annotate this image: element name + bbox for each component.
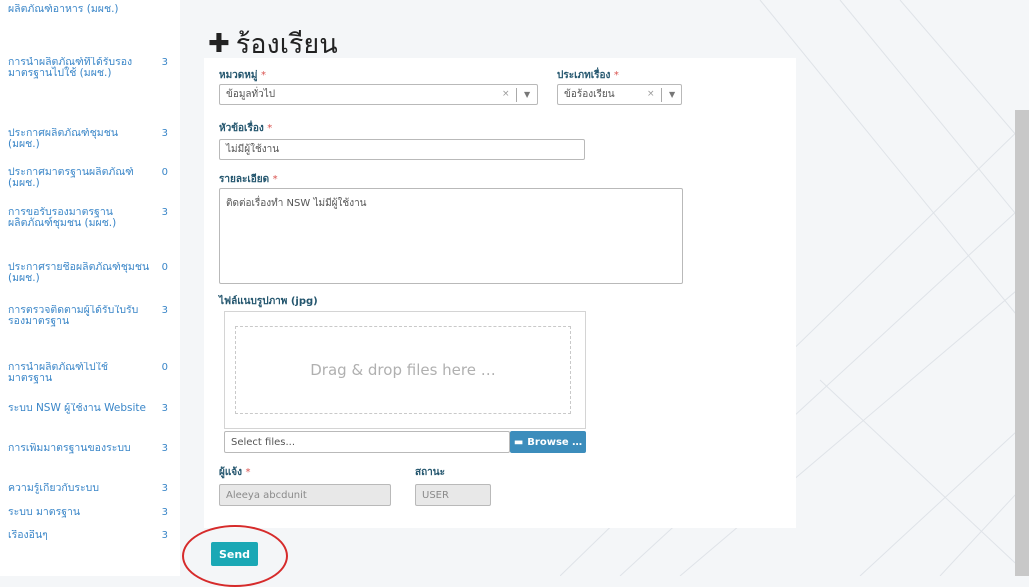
clear-icon[interactable]: × bbox=[647, 89, 655, 99]
browse-button[interactable]: ▬ Browse … bbox=[510, 431, 586, 453]
type-label: ประเภทเรื่อง * bbox=[557, 70, 619, 81]
sidebar-item-label: ระบบ มาตรฐาน bbox=[8, 507, 81, 518]
sidebar-item[interactable]: การเพิ่มมาตรฐานของระบบ 3 bbox=[0, 443, 180, 454]
file-caption-input[interactable]: Select files... bbox=[224, 431, 510, 453]
file-caption-placeholder: Select files... bbox=[231, 436, 296, 448]
chevron-down-icon[interactable]: ▼ bbox=[524, 90, 530, 99]
sidebar-item-count: 3 bbox=[161, 483, 168, 494]
sidebar-item-count: 3 bbox=[161, 305, 168, 316]
type-select[interactable]: ข้อร้องเรียน × ▼ bbox=[557, 84, 682, 105]
sidebar-item[interactable]: ระบบ NSW ผู้ใช้งาน Website 3 bbox=[0, 403, 180, 414]
sidebar-item-count: 3 bbox=[161, 128, 168, 139]
sidebar-item-label: ประกาศมาตรฐานผลิตภัณฑ์ (มผช.) bbox=[8, 167, 134, 189]
page-scrollbar[interactable] bbox=[1015, 110, 1029, 576]
sidebar-item[interactable]: ความรู้เกี่ยวกับระบบ 3 bbox=[0, 483, 180, 494]
sidebar-item[interactable]: ระบบ มาตรฐาน 3 bbox=[0, 507, 180, 518]
sidebar-item-label: ประกาศรายชื่อผลิตภัณฑ์ชุมชน (มผช.) bbox=[8, 262, 150, 284]
sidebar-item[interactable]: ผลิตภัณฑ์อาหาร (มผช.) bbox=[0, 4, 180, 15]
sidebar-item-count: 3 bbox=[161, 57, 168, 68]
browse-button-label: Browse … bbox=[527, 436, 583, 448]
sidebar-item-label: ประกาศผลิตภัณฑ์ชุมชน (มผช.) bbox=[8, 128, 118, 150]
dropzone-text: Drag & drop files here … bbox=[310, 361, 496, 379]
sidebar-item-label: ผลิตภัณฑ์อาหาร (มผช.) bbox=[8, 4, 119, 15]
sidebar-item-count: 3 bbox=[161, 443, 168, 454]
sidebar-item[interactable]: ประกาศมาตรฐานผลิตภัณฑ์ (มผช.) 0 bbox=[0, 167, 180, 189]
sidebar-item-count: 3 bbox=[161, 530, 168, 541]
sidebar: ผลิตภัณฑ์อาหาร (มผช.) การนำผลิตภัณฑ์ที่ไ… bbox=[0, 0, 180, 576]
sidebar-item-label: การนำผลิตภัณฑ์ที่ได้รับรองมาตรฐานไปใช้ (… bbox=[8, 57, 133, 79]
sidebar-item-count: 0 bbox=[161, 362, 168, 373]
sidebar-item-count: 3 bbox=[161, 403, 168, 414]
select-separator bbox=[516, 88, 517, 102]
reporter-label: ผู้แจ้ง * bbox=[219, 467, 251, 478]
type-select-value: ข้อร้องเรียน bbox=[564, 89, 615, 100]
sidebar-item-label: การเพิ่มมาตรฐานของระบบ bbox=[8, 443, 131, 454]
sidebar-item[interactable]: การนำผลิตภัณฑ์ไปใช้มาตรฐาน 0 bbox=[0, 362, 180, 384]
sidebar-item-label: การขอรับรองมาตรฐานผลิตภัณฑ์ชุมชน (มผช.) bbox=[8, 207, 117, 229]
attachment-label: ไฟล์แนบรูปภาพ (jpg) bbox=[219, 296, 318, 307]
highlight-annotation bbox=[182, 525, 288, 587]
subject-input-value: ไม่มีผู้ใช้งาน bbox=[226, 144, 280, 155]
clear-icon[interactable]: × bbox=[502, 89, 510, 99]
category-label: หมวดหมู่ * bbox=[219, 70, 266, 81]
plus-icon: ✚ bbox=[208, 28, 230, 59]
detail-textarea-value: ติดต่อเรื่องทำ NSW ไม่มีผู้ใช้งาน bbox=[226, 198, 367, 209]
sidebar-item[interactable]: การนำผลิตภัณฑ์ที่ได้รับรองมาตรฐานไปใช้ (… bbox=[0, 57, 180, 79]
complaint-form-panel bbox=[204, 58, 796, 528]
sidebar-item-count: 3 bbox=[161, 507, 168, 518]
sidebar-item[interactable]: การขอรับรองมาตรฐานผลิตภัณฑ์ชุมชน (มผช.) … bbox=[0, 207, 180, 229]
category-select-value: ข้อมูลทั่วไป bbox=[226, 89, 276, 100]
sidebar-item-count: 0 bbox=[161, 262, 168, 273]
category-select[interactable]: ข้อมูลทั่วไป × ▼ bbox=[219, 84, 538, 105]
detail-label: รายละเอียด * bbox=[219, 174, 278, 185]
reporter-field: Aleeya abcdunit bbox=[219, 484, 391, 506]
reporter-value: Aleeya abcdunit bbox=[226, 489, 307, 501]
sidebar-item[interactable]: ประกาศผลิตภัณฑ์ชุมชน (มผช.) 3 bbox=[0, 128, 180, 150]
sidebar-item-label: เรื่องอื่นๆ bbox=[8, 530, 48, 541]
select-separator bbox=[661, 88, 662, 102]
sidebar-item-label: การนำผลิตภัณฑ์ไปใช้มาตรฐาน bbox=[8, 362, 108, 384]
status-field: USER bbox=[415, 484, 491, 506]
sidebar-item-count: 0 bbox=[161, 167, 168, 178]
sidebar-item-label: ระบบ NSW ผู้ใช้งาน Website bbox=[8, 403, 146, 414]
sidebar-item-label: การตรวจติดตามผู้ได้รับใบรับรองมาตรฐาน bbox=[8, 305, 139, 327]
sidebar-item[interactable]: เรื่องอื่นๆ 3 bbox=[0, 530, 180, 541]
file-dropzone[interactable]: Drag & drop files here … bbox=[224, 311, 586, 429]
status-value: USER bbox=[422, 489, 449, 501]
status-label: สถานะ bbox=[415, 467, 445, 478]
sidebar-item-label: ความรู้เกี่ยวกับระบบ bbox=[8, 483, 100, 494]
chevron-down-icon[interactable]: ▼ bbox=[669, 90, 675, 99]
sidebar-item[interactable]: ประกาศรายชื่อผลิตภัณฑ์ชุมชน (มผช.) 0 bbox=[0, 262, 180, 284]
sidebar-item-count: 3 bbox=[161, 207, 168, 218]
subject-input[interactable]: ไม่มีผู้ใช้งาน bbox=[219, 139, 585, 160]
subject-label: หัวข้อเรื่อง * bbox=[219, 123, 273, 134]
sidebar-item[interactable]: การตรวจติดตามผู้ได้รับใบรับรองมาตรฐาน 3 bbox=[0, 305, 180, 327]
folder-icon: ▬ bbox=[513, 436, 524, 448]
detail-textarea[interactable]: ติดต่อเรื่องทำ NSW ไม่มีผู้ใช้งาน bbox=[219, 188, 683, 284]
dropzone-area[interactable]: Drag & drop files here … bbox=[235, 326, 571, 414]
